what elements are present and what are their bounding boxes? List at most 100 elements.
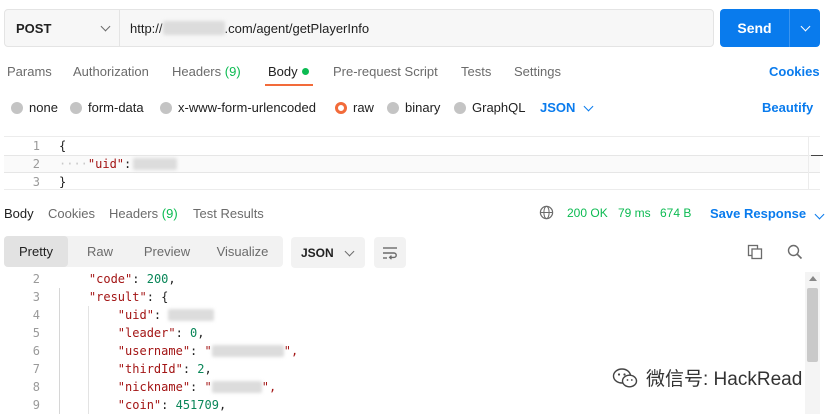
status-code[interactable]: 200 OK: [567, 206, 608, 220]
radio-circle-icon: [387, 101, 399, 114]
response-body-viewer[interactable]: 2 "code": 200, 3 "result": { 4 "uid": 5 …: [4, 272, 804, 414]
request-url-bar: POST http:// .com/agent/getPlayerInfo: [4, 9, 714, 47]
wrap-lines-icon: [383, 246, 397, 260]
cookies-link[interactable]: Cookies: [769, 64, 820, 79]
send-button[interactable]: Send: [720, 9, 820, 47]
scroll-up-arrow-icon[interactable]: [809, 276, 817, 281]
view-raw[interactable]: Raw: [68, 236, 132, 267]
save-response-label: Save Response: [710, 206, 807, 221]
response-view-toggle: Pretty Raw Preview Visualize: [4, 236, 283, 267]
tab-headers[interactable]: Headers (9): [172, 64, 241, 79]
send-options-dropdown[interactable]: [790, 9, 820, 47]
response-format-select[interactable]: JSON: [291, 237, 365, 268]
editor-line: 3 }: [4, 173, 820, 191]
url-input[interactable]: http:// .com/agent/getPlayerInfo: [120, 10, 713, 46]
line-number: 4: [32, 308, 40, 322]
redacted-host: [162, 21, 225, 35]
response-time[interactable]: 79 ms: [618, 206, 651, 220]
line-code: {: [59, 139, 67, 153]
radio-binary[interactable]: binary: [387, 100, 440, 115]
line-code: }: [59, 175, 67, 189]
line-number: 2: [32, 157, 40, 171]
body-language-select[interactable]: JSON: [540, 100, 594, 115]
radio-none[interactable]: none: [11, 100, 58, 115]
tab-body-label: Body: [268, 64, 298, 79]
line-code: ····"uid":: [59, 157, 178, 171]
request-body-editor[interactable]: 1 { 2 ····"uid": 3 }: [4, 136, 823, 191]
tab-body[interactable]: Body: [268, 64, 309, 79]
line-code: "result": {: [88, 290, 169, 304]
resp-tab-cookies[interactable]: Cookies: [48, 206, 95, 221]
resp-tab-headers[interactable]: Headers (9): [109, 206, 178, 221]
url-suffix: .com/agent/getPlayerInfo: [224, 20, 370, 36]
headers-count: (9): [224, 64, 241, 79]
method-select[interactable]: POST: [5, 10, 120, 46]
resp-tab-test-results[interactable]: Test Results: [193, 206, 264, 221]
view-visualize[interactable]: Visualize: [202, 236, 283, 267]
radio-circle-icon: [160, 101, 172, 114]
redacted-value: [211, 381, 262, 393]
response-line: 6 "username": " ",: [4, 342, 804, 360]
line-number: 9: [32, 398, 40, 412]
radio-graphql[interactable]: GraphQL: [454, 100, 525, 115]
line-code: "code": 200,: [88, 272, 176, 286]
tab-tests[interactable]: Tests: [461, 64, 491, 79]
tab-params[interactable]: Params: [7, 64, 52, 79]
response-line: 5 "leader": 0,: [4, 324, 804, 342]
response-size[interactable]: 674 B: [660, 206, 691, 220]
radio-urlencoded[interactable]: x-www-form-urlencoded: [160, 100, 316, 115]
radio-raw[interactable]: raw: [335, 100, 374, 115]
view-preview[interactable]: Preview: [132, 236, 202, 267]
resp-tab-headers-label: Headers: [109, 206, 159, 221]
body-language-label: JSON: [540, 100, 576, 115]
editor-line: 1 {: [4, 137, 820, 155]
radio-selected-icon: [335, 101, 347, 114]
radio-urlencoded-label: x-www-form-urlencoded: [178, 100, 316, 115]
wechat-logo-icon: [612, 367, 638, 388]
line-number: 3: [32, 290, 40, 304]
active-tab-indicator: [265, 84, 313, 86]
resp-tab-body[interactable]: Body: [4, 206, 34, 221]
line-number: 6: [32, 344, 40, 358]
response-scrollbar[interactable]: [805, 272, 820, 414]
response-line: 4 "uid":: [4, 306, 804, 324]
radio-binary-label: binary: [405, 100, 441, 115]
globe-icon[interactable]: [539, 205, 554, 220]
line-number: 5: [32, 326, 40, 340]
line-number: 7: [32, 362, 40, 376]
send-label: Send: [720, 9, 790, 47]
redacted-value: [133, 158, 178, 170]
line-code: "uid":: [60, 308, 215, 322]
redacted-value: [211, 345, 284, 357]
tab-headers-label: Headers: [172, 64, 222, 79]
request-tabs: Params Authorization Headers (9) Body Pr…: [0, 58, 837, 86]
chevron-down-icon: [344, 246, 355, 256]
tab-settings[interactable]: Settings: [514, 64, 561, 79]
json-sep: :: [124, 157, 132, 171]
line-code: "thirdId": 2,: [117, 362, 212, 376]
tab-authorization[interactable]: Authorization: [73, 64, 149, 79]
beautify-link[interactable]: Beautify: [762, 100, 813, 115]
line-number: 3: [32, 175, 40, 189]
radio-circle-icon: [70, 101, 82, 114]
scrollbar-thumb[interactable]: [807, 288, 818, 362]
response-line: 3 "result": {: [4, 288, 804, 306]
wrap-lines-button[interactable]: [374, 237, 406, 268]
copy-icon[interactable]: [747, 244, 763, 260]
redacted-value: [168, 309, 215, 321]
chevron-down-icon: [583, 101, 594, 111]
radio-circle-icon: [454, 101, 466, 114]
radio-form-data-label: form-data: [88, 100, 144, 115]
watermark-text: 微信号: HackRead: [646, 369, 803, 390]
line-code: "leader": 0,: [117, 326, 205, 340]
save-response-button[interactable]: Save Response: [710, 206, 825, 221]
radio-form-data[interactable]: form-data: [70, 100, 144, 115]
view-pretty[interactable]: Pretty: [4, 236, 68, 267]
response-tabs: Body Cookies Headers (9) Test Results Sa…: [0, 200, 837, 226]
editor-scrollbar[interactable]: [808, 137, 823, 189]
line-code: "coin": 451709,: [117, 398, 227, 412]
line-number: 2: [32, 272, 40, 286]
search-icon[interactable]: [787, 244, 803, 260]
line-code: "nickname": " ",: [117, 380, 277, 394]
tab-pre-request-script[interactable]: Pre-request Script: [333, 64, 438, 79]
